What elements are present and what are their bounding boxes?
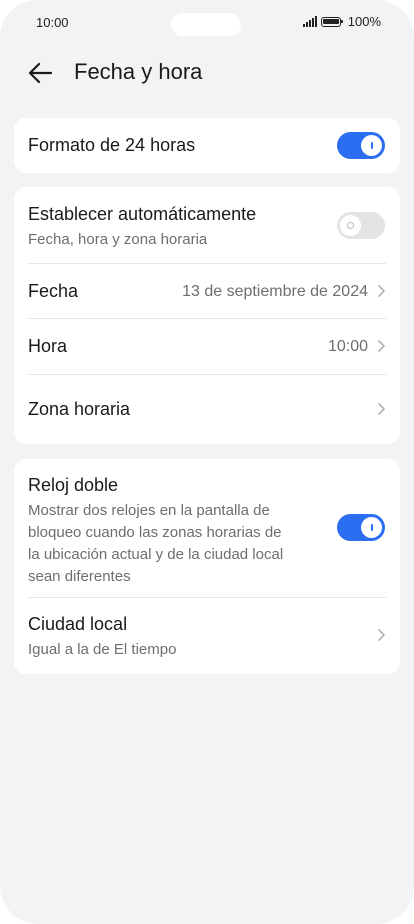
home-city-sublabel: Igual a la de El tiempo: [28, 641, 177, 658]
auto-set-toggle[interactable]: [337, 212, 385, 239]
date-label: Fecha: [28, 281, 79, 301]
arrow-left-icon: [28, 62, 53, 84]
date-value: 13 de septiembre de 2024: [182, 283, 368, 300]
battery-icon: [320, 16, 344, 27]
time-value: 10:00: [327, 338, 368, 355]
chevron-right-icon: [378, 629, 385, 641]
camera-notch: [171, 13, 241, 36]
row-home-city[interactable]: Ciudad local Igual a la de El tiempo: [14, 598, 400, 674]
toggle-knob: [361, 135, 382, 156]
signal-icon: [302, 16, 317, 27]
chevron-right-icon: [378, 285, 385, 297]
dual-clock-label: Reloj doble: [28, 475, 119, 495]
home-city-label: Ciudad local: [28, 614, 128, 634]
screen: 10:00 100% Fecha y hora Formato de 24 ho…: [0, 0, 414, 924]
dual-clock-description-line: Mostrar dos relojes en la pantalla de: [28, 502, 270, 519]
time-label: Hora: [28, 336, 68, 356]
card-date-time: Establecer automáticamente Fecha, hora y…: [14, 187, 400, 444]
chevron-right-icon: [378, 403, 385, 415]
row-auto-set[interactable]: Establecer automáticamente Fecha, hora y…: [14, 187, 400, 263]
status-time: 10:00: [36, 15, 69, 30]
toggle-knob: [340, 215, 361, 236]
dual-clock-description-line: bloqueo cuando las zonas horarias de: [28, 524, 282, 541]
row-24h-format[interactable]: Formato de 24 horas: [14, 118, 400, 173]
status-bar: 10:00 100%: [0, 0, 414, 46]
dual-clock-toggle[interactable]: [337, 514, 385, 541]
auto-set-sublabel: Fecha, hora y zona horaria: [28, 231, 208, 248]
app-header: Fecha y hora: [0, 52, 414, 96]
auto-set-label: Establecer automáticamente: [28, 204, 257, 224]
status-icons: 100%: [302, 14, 381, 29]
row-date[interactable]: Fecha 13 de septiembre de 2024: [14, 264, 400, 318]
chevron-right-icon: [378, 340, 385, 352]
timezone-label: Zona horaria: [28, 399, 131, 419]
battery-percent: 100%: [347, 14, 381, 29]
toggle-knob: [361, 517, 382, 538]
row-dual-clock[interactable]: Reloj doble Mostrar dos relojes en la pa…: [14, 459, 400, 597]
card-dual-clock: Reloj doble Mostrar dos relojes en la pa…: [14, 459, 400, 674]
card-time-format: Formato de 24 horas: [14, 118, 400, 173]
dual-clock-description-line: sean diferentes: [28, 568, 131, 585]
row-timezone[interactable]: Zona horaria: [14, 375, 400, 444]
dual-clock-description-line: la ubicación actual y de la ciudad local: [28, 546, 284, 563]
format24-label: Formato de 24 horas: [28, 135, 196, 155]
back-button[interactable]: [26, 58, 56, 88]
page-title: Fecha y hora: [74, 59, 203, 84]
format24-toggle[interactable]: [337, 132, 385, 159]
row-time[interactable]: Hora 10:00: [14, 319, 400, 374]
